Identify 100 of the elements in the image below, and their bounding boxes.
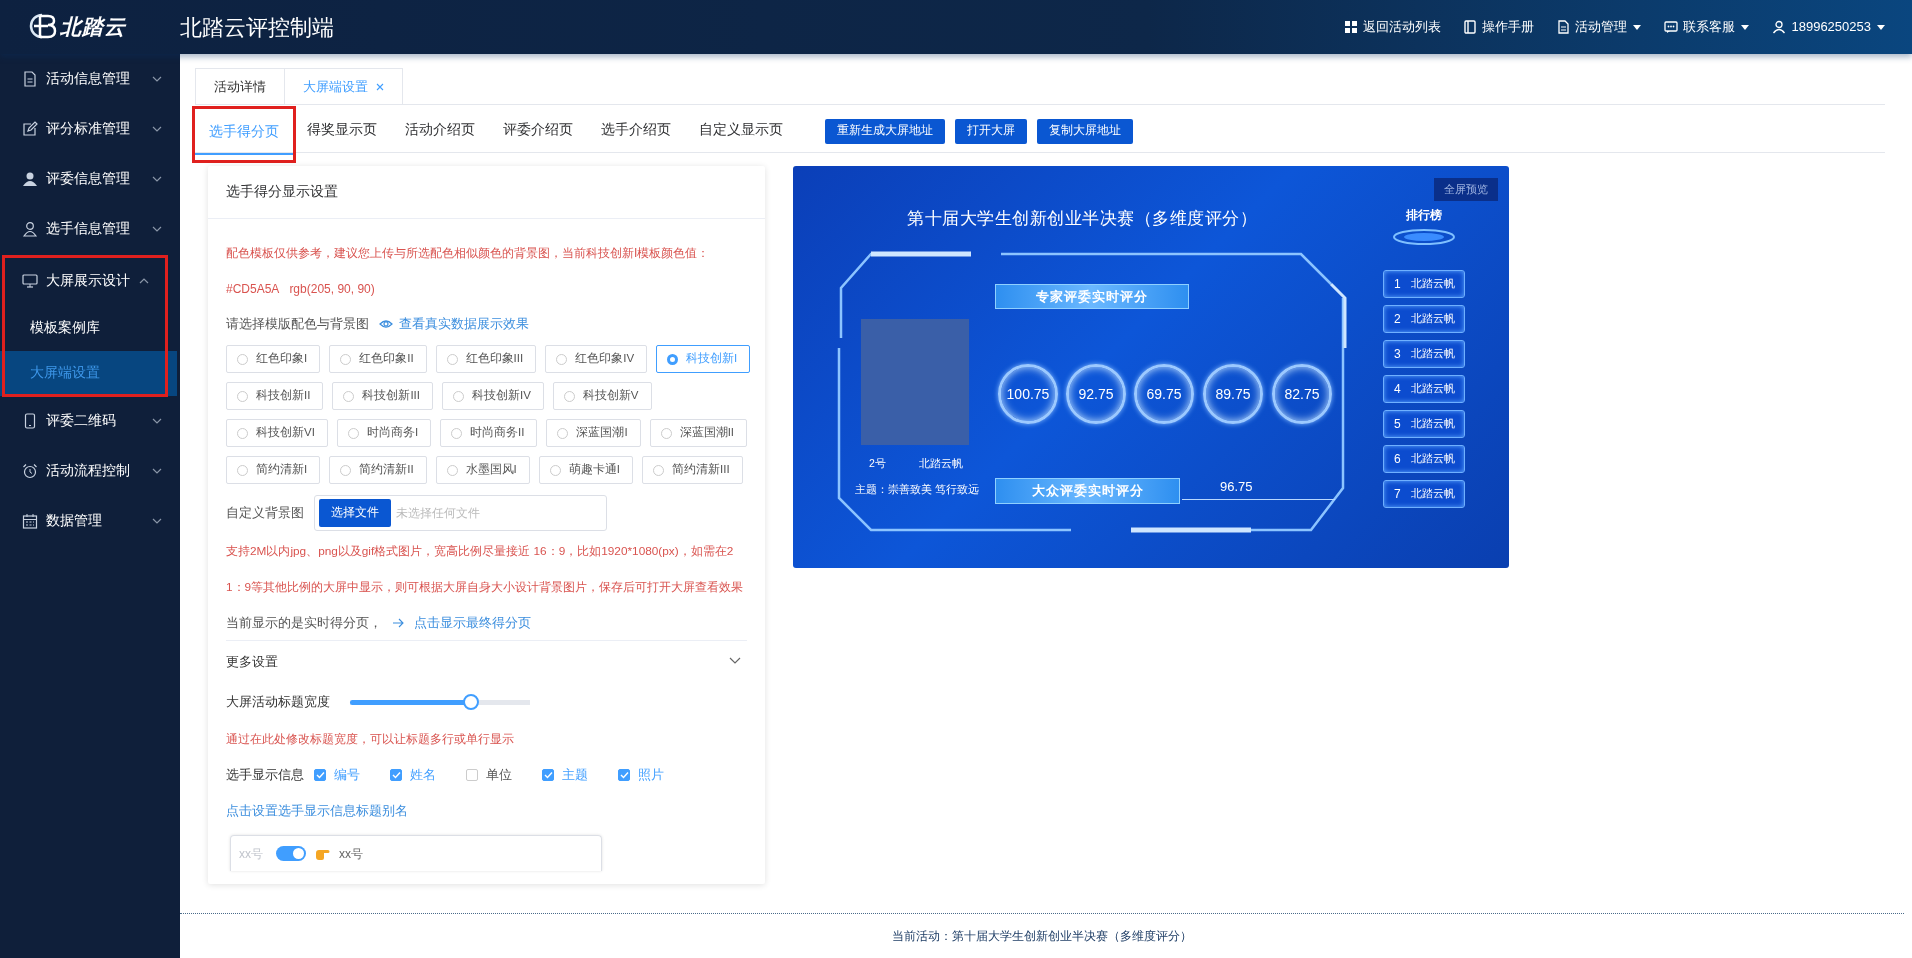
sub-tab[interactable]: 评委介绍页	[489, 109, 587, 153]
fullscreen-button[interactable]: 全屏预览	[1434, 178, 1498, 201]
checkbox-label: 编号	[334, 766, 360, 785]
ranking-item: 6 北踏云帆	[1383, 445, 1465, 473]
template-option[interactable]: 红色印象II	[329, 345, 427, 373]
checkbox-label: 单位	[486, 766, 512, 785]
alias-input[interactable]: xx号	[239, 844, 267, 863]
template-option[interactable]: 时尚商务I	[336, 419, 432, 447]
action-button[interactable]: 重新生成大屏地址	[825, 118, 945, 144]
file-input[interactable]: 选择文件 未选择任何文件	[314, 495, 607, 531]
notice-text: 通过在此处修改标题宽度，可以让标题多行或单行显示	[226, 731, 515, 748]
template-option[interactable]: 红色印象I	[226, 345, 321, 373]
section-banner: 大众评委实时评分	[995, 478, 1180, 504]
document-icon	[22, 71, 38, 87]
current-activity-text: 当前活动：第十届大学生创新创业半决赛（多维度评分）	[892, 928, 1192, 945]
section-title: 更多设置	[226, 653, 278, 672]
template-option[interactable]: 科技创新IV	[442, 382, 544, 410]
choose-file-button[interactable]: 选择文件	[319, 499, 391, 527]
status-text: 当前显示的是实时得分页，	[226, 613, 382, 632]
user-icon	[1772, 20, 1787, 34]
ranking-item: 4 北踏云帆	[1383, 375, 1465, 403]
calendar-icon	[22, 513, 38, 529]
ranking-item: 7 北踏云帆	[1383, 480, 1465, 508]
score-ring: 82.75	[1272, 364, 1332, 424]
field-label: 选手显示信息	[226, 766, 304, 785]
monitor-icon	[22, 273, 38, 289]
toggle-switch[interactable]	[276, 846, 306, 861]
sub-tab[interactable]: 活动介绍页	[391, 109, 489, 153]
sidebar-item[interactable]: 活动信息管理	[0, 54, 180, 104]
sub-tab[interactable]: 选手介绍页	[587, 109, 685, 153]
player-theme: 主题：崇善致美 笃行致远	[855, 482, 979, 497]
template-option[interactable]: 简约清新II	[329, 456, 427, 484]
sidebar-item[interactable]: 选手信息管理	[0, 204, 180, 254]
header-menu-item[interactable]: 操作手册	[1463, 17, 1535, 37]
header-menu-item[interactable]: 活动管理	[1556, 17, 1643, 37]
sidebar-item[interactable]: 评分标准管理	[0, 104, 180, 154]
template-option[interactable]: 科技创新II	[226, 382, 324, 410]
user-icon	[22, 171, 38, 187]
sidebar-item[interactable]: 大屏展示设计	[3, 256, 167, 306]
sidebar-item[interactable]: 评委信息管理	[0, 154, 180, 204]
sidebar-item[interactable]: 数据管理	[0, 496, 180, 546]
checkbox[interactable]	[314, 769, 326, 781]
ranking-item: 5 北踏云帆	[1383, 410, 1465, 438]
sub-tab[interactable]: 自定义显示页	[685, 109, 797, 153]
ranking-item: 3 北踏云帆	[1383, 340, 1465, 368]
header-menu-item[interactable]: 18996250253	[1772, 17, 1886, 37]
template-option[interactable]: 简约清新III	[642, 456, 743, 484]
eye-icon	[379, 319, 393, 329]
checkbox[interactable]	[542, 769, 554, 781]
template-option[interactable]: 萌趣卡通I	[538, 456, 633, 484]
template-option[interactable]: 科技创新III	[332, 382, 433, 410]
preview-link[interactable]: 查看真实数据展示效果	[379, 314, 529, 334]
sidebar-item[interactable]: 评委二维码	[0, 396, 180, 446]
checkbox[interactable]	[618, 769, 630, 781]
template-option[interactable]: 深蓝国潮I	[546, 419, 641, 447]
ranking-item: 2 北踏云帆	[1383, 305, 1465, 333]
template-option[interactable]: 简约清新I	[226, 456, 321, 484]
sidebar-subitem[interactable]: 模板案例库	[0, 306, 177, 351]
checkbox-label: 姓名	[410, 766, 436, 785]
screen-title: 第十届大学生创新创业半决赛（多维度评分）	[907, 208, 1257, 230]
template-option[interactable]: 深蓝国潮II	[649, 419, 748, 447]
file-status: 未选择任何文件	[396, 505, 480, 522]
player-name: 北踏云帆	[919, 456, 963, 471]
chat-icon	[1664, 20, 1679, 34]
ranking-title: 排行榜	[1405, 207, 1443, 224]
podium-drawing	[1392, 228, 1456, 246]
player-number: 2号	[869, 456, 886, 471]
sidebar-item[interactable]: 活动流程控制	[0, 446, 180, 496]
slider-thumb[interactable]	[462, 694, 479, 710]
header-menu-item[interactable]: 返回活动列表	[1344, 17, 1442, 37]
checkbox-label: 照片	[638, 766, 664, 785]
action-button[interactable]: 复制大屏地址	[1037, 118, 1133, 144]
card-title: 选手得分显示设置	[226, 182, 338, 201]
checkbox[interactable]	[466, 769, 478, 781]
template-option[interactable]: 水墨国风I	[435, 456, 530, 484]
page-tab[interactable]: 活动详情	[195, 68, 285, 104]
final-page-link[interactable]: 点击显示最终得分页	[392, 612, 531, 633]
section-banner: 专家评委实时评分	[995, 284, 1189, 309]
alias-link[interactable]: 点击设置选手显示信息标题别名	[226, 801, 408, 821]
checkbox[interactable]	[390, 769, 402, 781]
score-ring: 69.75	[1134, 364, 1194, 424]
grid-icon	[1344, 20, 1359, 34]
sub-tab[interactable]: 得奖显示页	[293, 109, 391, 153]
action-button[interactable]: 打开大屏	[955, 118, 1027, 144]
header-menu-item[interactable]: 联系客服	[1664, 17, 1751, 37]
edit-icon	[22, 121, 38, 137]
alias-value: xx号	[339, 845, 363, 863]
alarm-clock-icon	[22, 463, 38, 479]
field-label: 自定义背景图	[226, 504, 304, 523]
score-ring: 92.75	[1066, 364, 1126, 424]
checkbox-label: 主题	[562, 766, 588, 785]
template-option[interactable]: 科技创新V	[552, 382, 652, 410]
color-hex: #CD5A5A	[226, 281, 280, 298]
app-title: 北踏云评控制端	[180, 13, 334, 42]
color-rgb: rgb(205, 90, 90)	[289, 281, 375, 298]
template-option[interactable]: 红色印象III	[435, 345, 537, 373]
template-option[interactable]: 时尚商务II	[440, 419, 538, 447]
template-option[interactable]: 科技创新VI	[226, 419, 328, 447]
user-icon	[22, 221, 38, 237]
template-option[interactable]: 红色印象IV	[545, 345, 648, 373]
